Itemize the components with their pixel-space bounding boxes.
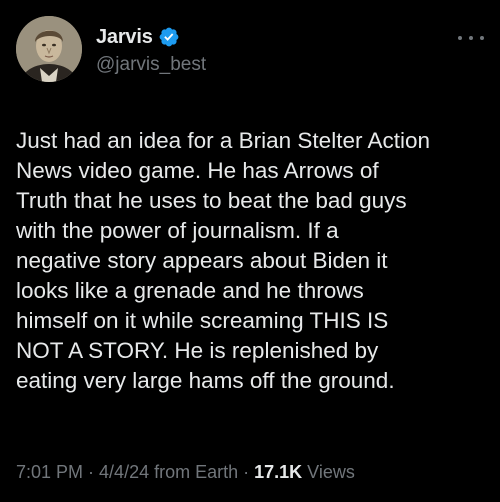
views-count[interactable]: 17.1K bbox=[254, 462, 302, 482]
tweet-card: Jarvis @jarvis_best Just had an idea for… bbox=[0, 0, 500, 502]
dot-icon bbox=[480, 36, 484, 40]
tweet-text-line: negative story appears about Biden it bbox=[16, 248, 388, 273]
tweet-text-line: Just had an idea for a Brian Stelter Act… bbox=[16, 128, 430, 153]
more-options-icon[interactable] bbox=[458, 30, 484, 46]
avatar[interactable] bbox=[16, 16, 82, 82]
tweet-text-line: eating very large hams off the ground. bbox=[16, 368, 395, 393]
dot-icon bbox=[469, 36, 473, 40]
separator: · bbox=[238, 462, 255, 482]
name-row: Jarvis bbox=[96, 24, 206, 50]
dot-icon bbox=[458, 36, 462, 40]
author-info: Jarvis @jarvis_best bbox=[96, 24, 206, 76]
tweet-text-line: Truth that he uses to beat the bad guys bbox=[16, 188, 407, 213]
views-label: Views bbox=[302, 462, 355, 482]
tweet-text-line: NOT A STORY. He is replenished by bbox=[16, 338, 379, 363]
timestamp-time[interactable]: 7:01 PM bbox=[16, 462, 83, 482]
tweet-text-line: with the power of journalism. If a bbox=[16, 218, 339, 243]
tweet-text: Just had an idea for a Brian Stelter Act… bbox=[16, 126, 486, 396]
tweet-header: Jarvis @jarvis_best bbox=[16, 16, 484, 86]
tweet-meta: 7:01 PM · 4/4/24 from Earth · 17.1K View… bbox=[16, 462, 355, 483]
timestamp-date[interactable]: 4/4/24 bbox=[99, 462, 149, 482]
separator: · bbox=[83, 462, 100, 482]
tweet-text-line: looks like a grenade and he throws bbox=[16, 278, 364, 303]
verified-badge-icon bbox=[158, 26, 180, 48]
display-name[interactable]: Jarvis bbox=[96, 26, 153, 49]
tweet-text-line: News video game. He has Arrows of bbox=[16, 158, 379, 183]
handle[interactable]: @jarvis_best bbox=[96, 54, 206, 76]
tweet-source: from Earth bbox=[149, 462, 239, 482]
portrait-avatar-image bbox=[16, 16, 82, 82]
tweet-text-line: himself on it while screaming THIS IS bbox=[16, 308, 389, 333]
